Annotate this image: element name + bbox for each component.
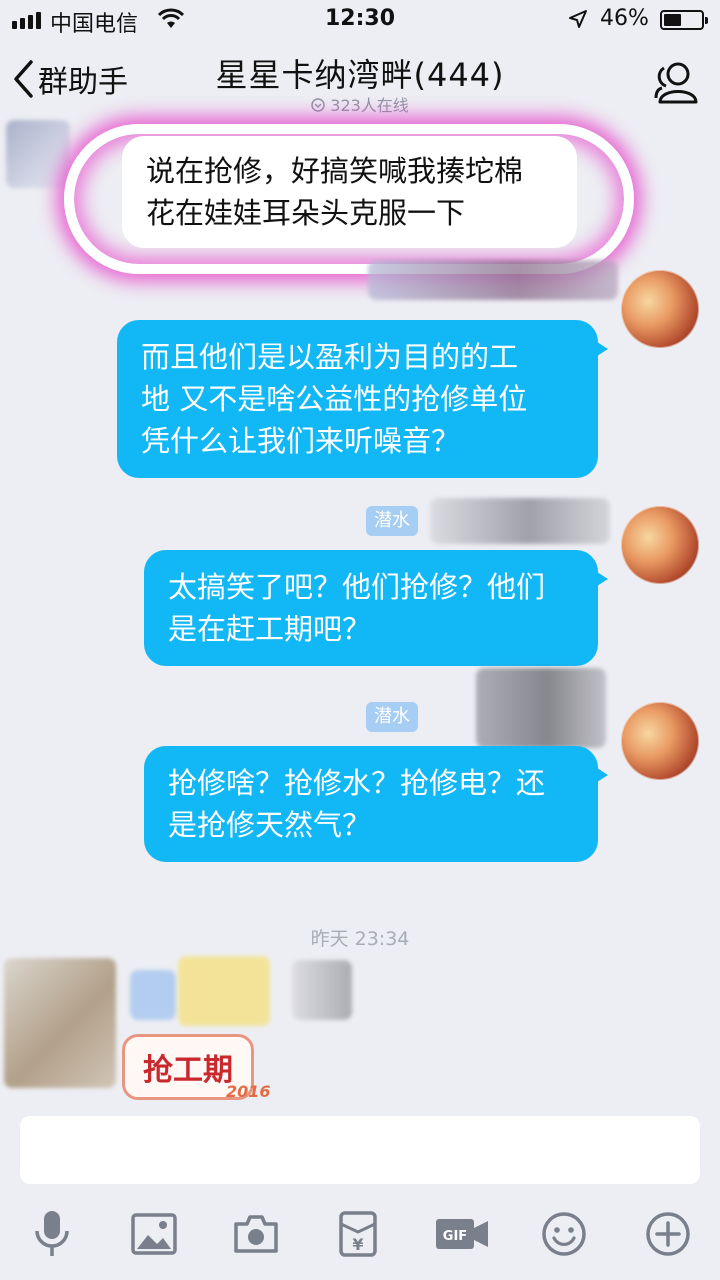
avatar[interactable] [621,270,699,348]
message-bubble-sent[interactable]: 而且他们是以盈利为目的的工 地 又不是啥公益性的抢修单位 凭什么让我们来听噪音？ [117,320,608,478]
message-text-line: 是抢修天然气？ [168,808,372,842]
member-level-badge: 潜水 [366,506,418,536]
message-text-line: 凭什么让我们来听噪音？ [141,424,461,458]
plus-icon[interactable] [640,1206,696,1262]
redacted-sender-name [178,956,270,1026]
message-input[interactable] [20,1116,700,1184]
message-text-line: 抢修啥？抢修水？抢修电？还 [168,766,546,800]
redacted-sender-name [292,960,352,1020]
message-list[interactable]: 说在抢修，好搞笑喊我揍坨棉 花在娃娃耳朵头克服一下 而且他们是以盈利为目的的工 … [0,120,720,1110]
gif-icon[interactable]: GIF [432,1206,492,1262]
chat-title: 星星卡纳湾畔(444) [215,56,505,94]
svg-text:GIF: GIF [443,1229,467,1244]
input-toolbar: ¥ GIF [0,1196,720,1280]
member-level-badge: 潜水 [366,702,418,732]
sticker-year: 2016 [226,1082,271,1101]
message-timestamp: 昨天 23:34 [310,928,410,950]
message-bubble-sent[interactable]: 太搞笑了吧？他们抢修？他们 是在赶工期吧？ [144,550,608,666]
online-count: 323人在线 [0,92,720,116]
redacted-sender-name [476,668,606,748]
camera-icon[interactable] [228,1206,284,1262]
avatar[interactable] [621,702,699,780]
location-arrow-icon [569,10,587,28]
message-bubble-sent[interactable]: 抢修啥？抢修水？抢修电？还 是抢修天然气？ [144,746,608,862]
red-packet-icon[interactable]: ¥ [330,1206,386,1262]
redacted-avatar [6,120,70,188]
image-icon[interactable] [126,1206,182,1262]
redacted-sender-name [430,498,610,544]
svg-text:¥: ¥ [352,1235,363,1254]
message-bubble-received[interactable]: 说在抢修，好搞笑喊我揍坨棉 花在娃娃耳朵头克服一下 [122,136,577,248]
status-bar: 中国电信 12:30 46% [0,0,720,40]
message-text-line: 而且他们是以盈利为目的的工 [141,340,519,374]
battery-icon [660,10,708,30]
group-members-icon[interactable] [650,58,702,108]
message-text-line: 太搞笑了吧？他们抢修？他们 [168,570,546,604]
message-text-line: 是在赶工期吧？ [168,612,372,646]
redacted-sender-name [368,260,618,300]
avatar[interactable] [621,506,699,584]
chevron-down-circle-icon [311,98,325,112]
microphone-icon[interactable] [24,1206,80,1262]
nav-bar: 群助手 星星卡纳湾畔(444) 323人在线 [0,40,720,120]
message-text-line: 花在娃娃耳朵头克服一下 [146,196,466,230]
sticker-text: 抢工期 [143,1053,233,1088]
redacted-sender-name [130,970,176,1020]
redacted-avatar [4,958,116,1088]
emoji-icon[interactable] [536,1206,592,1262]
battery-percent: 46% [600,6,649,31]
message-text-line: 地 又不是啥公益性的抢修单位 [141,382,528,416]
message-text-line: 说在抢修，好搞笑喊我揍坨棉 [146,154,524,188]
